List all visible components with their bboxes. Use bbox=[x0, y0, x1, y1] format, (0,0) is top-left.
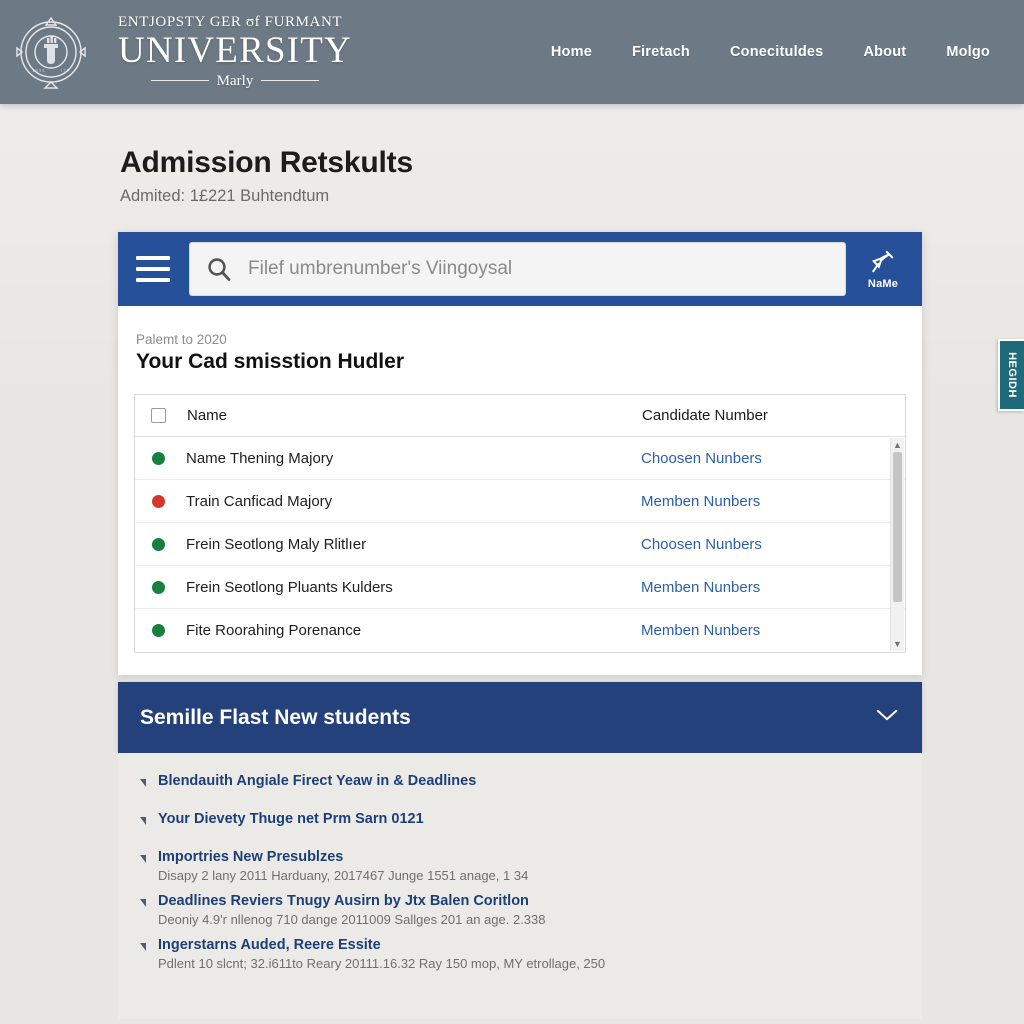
row-candidate-link[interactable]: Memben Nunbers bbox=[641, 493, 889, 510]
column-header-candidate: Candidate Number bbox=[642, 407, 768, 424]
scroll-down-icon[interactable]: ▼ bbox=[893, 637, 902, 651]
candidates-table: Name Candidate Number Name Thening Major… bbox=[134, 394, 906, 653]
pin-button-label: NaMe bbox=[867, 277, 899, 290]
section-eyebrow: Palemt to 2020 bbox=[136, 332, 227, 347]
brand-block: ENTJOPSTY GER ʊf FURMANT UNIVERSITY Marl… bbox=[118, 14, 352, 91]
page-title: Admission Retskults bbox=[120, 146, 413, 179]
feedback-tab-label: HEGIDH bbox=[1006, 352, 1018, 398]
university-crest-icon: 1 8 3 5 1 7 8 bbox=[12, 12, 90, 92]
table-row[interactable]: Train Canficad Majory Memben Nunbers bbox=[135, 480, 905, 523]
scrollbar-thumb[interactable] bbox=[893, 452, 902, 602]
list-item-title[interactable]: Ingerstarns Auded, Reere Essite bbox=[158, 937, 605, 953]
feedback-tab[interactable]: HEGIDH bbox=[998, 339, 1024, 411]
bullet-triangle-icon bbox=[140, 899, 146, 907]
list-item[interactable]: Importries New Presublzes Disapy 2 lany … bbox=[140, 849, 898, 883]
main-nav: Home Firetach Conecituldes About Molgo bbox=[551, 44, 990, 60]
table-row[interactable]: Frein Seotlong Maly Rlitlıer Choosen Nun… bbox=[135, 523, 905, 566]
nav-item-conecituldes[interactable]: Conecituldes bbox=[730, 44, 823, 60]
page-heading: Admission Retskults Admited: 1£221 Buhte… bbox=[120, 146, 413, 206]
table-header-row: Name Candidate Number bbox=[135, 395, 905, 437]
search-icon bbox=[206, 256, 232, 282]
table-row[interactable]: Fite Roorahing Porenance Memben Nunbers bbox=[135, 609, 905, 652]
list-item-description: Disapy 2 lany 2011 Harduany, 2017467 Jun… bbox=[158, 868, 529, 883]
row-name: Fite Roorahing Porenance bbox=[186, 622, 362, 639]
list-item-title[interactable]: Deadlines Reviers Tnugy Ausirn by Jtx Ba… bbox=[158, 893, 546, 909]
column-header-name: Name bbox=[187, 407, 228, 424]
card-body: Palemt to 2020 Your Cad smisstion Hudler… bbox=[118, 306, 922, 675]
list-item-title[interactable]: Importries New Presublzes bbox=[158, 849, 528, 865]
bullet-triangle-icon bbox=[140, 855, 146, 863]
status-dot-icon bbox=[152, 451, 165, 465]
scroll-up-icon[interactable]: ▲ bbox=[893, 438, 902, 452]
status-dot-icon bbox=[152, 580, 165, 594]
nav-item-home[interactable]: Home bbox=[551, 44, 592, 60]
accordion-content: Blendauith Angiale Firect Yeaw in & Dead… bbox=[118, 753, 922, 1019]
row-candidate-link[interactable]: Memben Nunbers bbox=[641, 579, 889, 596]
pin-button[interactable]: NaMe bbox=[852, 249, 914, 290]
bullet-triangle-icon bbox=[140, 943, 146, 951]
select-all-checkbox[interactable] bbox=[151, 408, 166, 423]
brand-sub-text: Marly bbox=[216, 72, 254, 89]
nav-item-about[interactable]: About bbox=[863, 44, 906, 60]
row-candidate-link[interactable]: Choosen Nunbers bbox=[641, 450, 889, 467]
results-card: Filef umbrenumber's Viingoysal NaMe Pale… bbox=[118, 232, 922, 675]
accordion-header[interactable]: Semille Flast New students bbox=[118, 682, 922, 753]
status-dot-icon bbox=[152, 624, 165, 637]
nav-item-molgo[interactable]: Molgo bbox=[946, 44, 990, 60]
chevron-down-icon[interactable] bbox=[876, 709, 898, 727]
bullet-triangle-icon bbox=[140, 817, 146, 825]
svg-text:1 8 3 5: 1 8 3 5 bbox=[32, 68, 45, 73]
list-item[interactable]: Blendauith Angiale Firect Yeaw in & Dead… bbox=[140, 773, 898, 789]
list-item-title[interactable]: Blendauith Angiale Firect Yeaw in & Dead… bbox=[158, 773, 476, 789]
search-input[interactable]: Filef umbrenumber's Viingoysal bbox=[189, 242, 846, 296]
list-item[interactable]: Your Dievety Thuge net Prm Sarn 0121 bbox=[140, 811, 898, 827]
status-dot-icon bbox=[152, 537, 165, 551]
pin-icon bbox=[870, 249, 896, 277]
status-dot-icon bbox=[152, 494, 165, 508]
row-name: Frein Seotlong Pluants Kulders bbox=[186, 578, 393, 596]
row-name: Frein Seotlong Maly Rlitlıer bbox=[186, 535, 367, 553]
accordion-title: Semille Flast New students bbox=[140, 705, 411, 729]
nav-item-firetach[interactable]: Firetach bbox=[632, 44, 690, 60]
row-name: Train Canficad Majory bbox=[186, 492, 333, 510]
page-root: 1 8 3 5 1 7 8 ENTJOPSTY GER ʊf FURMANT U… bbox=[0, 0, 1024, 1024]
table-row[interactable]: Name Thening Majory Choosen Nunbers bbox=[135, 437, 905, 480]
brand-rule-right bbox=[261, 80, 320, 81]
list-item-description: Deoniy 4.9'r nllenog 710 dange 2011009 S… bbox=[158, 912, 546, 927]
brand-rule-left bbox=[150, 80, 209, 81]
row-candidate-link[interactable]: Choosen Nunbers bbox=[641, 536, 889, 553]
brand-sub-line: Marly bbox=[118, 71, 352, 91]
row-candidate-link[interactable]: Memben Nunbers bbox=[641, 622, 889, 639]
table-body: Name Thening Majory Choosen Nunbers Trai… bbox=[135, 437, 905, 652]
menu-icon[interactable] bbox=[136, 256, 170, 282]
page-subtitle: Admited: 1£221 Buhtendtum bbox=[120, 187, 330, 205]
svg-text:1 7 8: 1 7 8 bbox=[60, 68, 70, 73]
brand-top-line: ENTJOPSTY GER ʊf FURMANT bbox=[118, 13, 343, 30]
table-scrollbar[interactable]: ▲ ▼ bbox=[890, 438, 904, 651]
brand-main-line: UNIVERSITY bbox=[118, 29, 352, 71]
list-item[interactable]: Deadlines Reviers Tnugy Ausirn by Jtx Ba… bbox=[140, 893, 898, 927]
table-row[interactable]: Frein Seotlong Pluants Kulders Memben Nu… bbox=[135, 566, 905, 609]
list-item-title[interactable]: Your Dievety Thuge net Prm Sarn 0121 bbox=[158, 811, 424, 827]
row-name: Name Thening Majory bbox=[186, 449, 334, 467]
site-header: 1 8 3 5 1 7 8 ENTJOPSTY GER ʊf FURMANT U… bbox=[0, 0, 1024, 104]
section-title: Your Cad smisstion Hudler bbox=[136, 350, 404, 373]
bullet-triangle-icon bbox=[140, 779, 146, 787]
search-toolbar: Filef umbrenumber's Viingoysal NaMe bbox=[118, 232, 922, 306]
list-item-description: Pdlent 10 slcnt; 32.i611to Reary 20111.1… bbox=[158, 956, 606, 971]
list-item[interactable]: Ingerstarns Auded, Reere Essite Pdlent 1… bbox=[140, 937, 898, 971]
search-placeholder: Filef umbrenumber's Viingoysal bbox=[248, 258, 513, 279]
